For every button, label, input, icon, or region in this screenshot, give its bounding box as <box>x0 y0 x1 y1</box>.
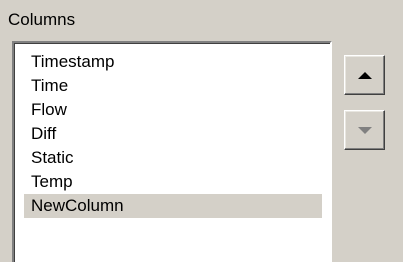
move-down-button[interactable] <box>344 110 385 150</box>
columns-list: Timestamp Time Flow Diff Static Temp New… <box>14 43 330 218</box>
columns-group-label: Columns <box>8 10 76 29</box>
move-up-button[interactable] <box>344 55 385 95</box>
list-item-flow[interactable]: Flow <box>24 98 322 122</box>
list-item-temp[interactable]: Temp <box>24 170 322 194</box>
list-item-diff[interactable]: Diff <box>24 122 322 146</box>
columns-listbox[interactable]: Timestamp Time Flow Diff Static Temp New… <box>12 41 332 262</box>
list-item-timestamp[interactable]: Timestamp <box>24 50 322 74</box>
arrow-up-icon <box>357 71 372 79</box>
list-item-newcolumn[interactable]: NewColumn <box>24 194 322 218</box>
arrow-down-icon <box>357 126 372 134</box>
list-item-static[interactable]: Static <box>24 146 322 170</box>
list-item-time[interactable]: Time <box>24 74 322 98</box>
